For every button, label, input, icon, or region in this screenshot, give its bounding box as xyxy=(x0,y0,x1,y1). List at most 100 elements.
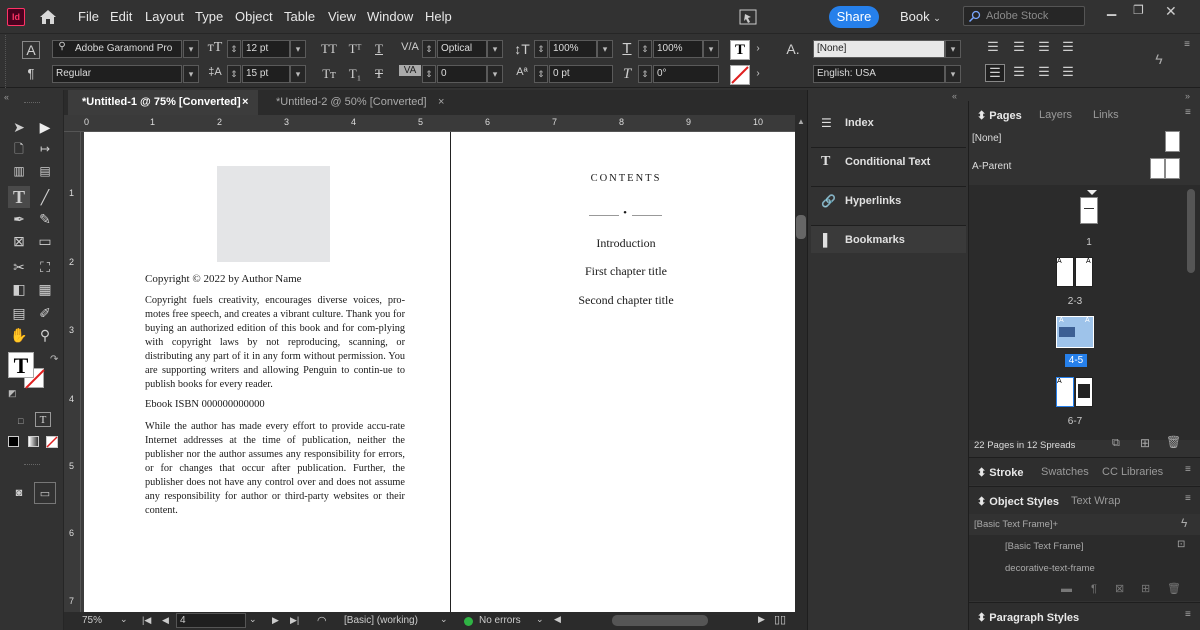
hand-tool-icon[interactable]: ✋ xyxy=(8,324,30,346)
justify-away-spine-icon[interactable]: ☰ xyxy=(1060,64,1076,80)
font-size-field[interactable]: 12 pt xyxy=(242,40,290,58)
zoom-level[interactable]: 75% xyxy=(82,615,102,626)
clear-overrides-icon[interactable]: ¶ xyxy=(1091,583,1097,595)
object-style-row[interactable]: decorative-text-frame xyxy=(969,557,1200,579)
disclaimer-paragraph[interactable]: While the author has made every effort t… xyxy=(145,420,405,518)
new-style-icon[interactable]: ⊞ xyxy=(1141,582,1150,595)
character-formatting-icon[interactable]: A xyxy=(22,41,40,59)
eyedropper-tool-icon[interactable]: ✐ xyxy=(34,302,56,324)
leading-field[interactable]: 15 pt xyxy=(242,65,290,83)
close-window-button[interactable]: ✕ xyxy=(1165,3,1177,19)
style-dropdown[interactable]: ⌄ xyxy=(440,614,448,625)
panel-menu-icon[interactable]: ≡ xyxy=(1185,107,1191,118)
toc-entry[interactable]: Introduction xyxy=(451,236,801,251)
page-thumb-3[interactable]: A xyxy=(1075,257,1093,287)
gradient-feather-tool-icon[interactable]: ▦ xyxy=(34,278,56,300)
master-none-thumb[interactable] xyxy=(1165,131,1180,152)
split-window-icon[interactable]: ▯▯ xyxy=(774,613,786,626)
normal-view-icon[interactable]: ◙ xyxy=(8,482,30,504)
master-a-parent[interactable]: A-Parent xyxy=(972,161,1011,172)
panel-menu-icon[interactable]: ≡ xyxy=(1185,464,1191,475)
master-a-left-thumb[interactable] xyxy=(1150,158,1165,179)
baseline-shift-field[interactable]: 0 pt xyxy=(549,65,613,83)
isbn-line[interactable]: Ebook ISBN 000000000000 xyxy=(145,399,405,410)
next-page-icon[interactable]: ▶ xyxy=(272,615,279,626)
menu-edit[interactable]: Edit xyxy=(110,9,132,24)
open-in-new-window-icon[interactable]: ◠ xyxy=(317,614,327,627)
conditional-text-panel-button[interactable]: T Conditional Text xyxy=(811,147,966,175)
page-number-field[interactable]: 4 xyxy=(176,613,246,628)
tab-pages[interactable]: ⬍ Pages xyxy=(977,109,1022,122)
page-tool-icon[interactable]: 🗋 xyxy=(8,138,30,160)
spread-label[interactable]: 2-3 xyxy=(1055,296,1095,307)
content-placer-icon[interactable]: ▤ xyxy=(34,160,56,182)
vertical-scale-dropdown[interactable]: ▾ xyxy=(597,40,613,58)
first-page-icon[interactable]: |◀ xyxy=(142,615,151,626)
font-style-field[interactable]: Regular xyxy=(52,65,182,83)
scroll-thumb[interactable] xyxy=(796,215,806,239)
home-icon[interactable] xyxy=(38,7,58,27)
delete-page-icon[interactable]: 🗑 xyxy=(1166,435,1181,449)
master-none[interactable]: [None] xyxy=(972,133,1001,144)
kerning-stepper[interactable]: ⇕ xyxy=(422,40,436,58)
bookmarks-panel-button[interactable]: ▌ Bookmarks xyxy=(811,225,966,253)
menu-window[interactable]: Window xyxy=(367,9,413,24)
free-transform-tool-icon[interactable]: ⛶ xyxy=(34,256,56,278)
page-dropdown[interactable]: ⌄ xyxy=(249,614,257,625)
small-caps-icon[interactable]: Tᴛ xyxy=(318,66,340,82)
folder-icon[interactable]: ▬ xyxy=(1061,583,1072,595)
workspace-switcher[interactable]: Book ⌄ xyxy=(900,9,941,24)
paragraph-formatting-icon[interactable]: ¶ xyxy=(22,66,40,81)
superscript-icon[interactable]: Tᵀ xyxy=(346,41,364,57)
page-thumb-4-5-selected[interactable]: A A xyxy=(1056,316,1094,348)
chevron-right-icon[interactable]: › xyxy=(752,68,764,79)
tracking-stepper[interactable]: ⇕ xyxy=(422,65,436,83)
swap-fill-stroke-icon[interactable]: ↷ xyxy=(50,354,58,365)
vertical-scale-field[interactable]: 100% xyxy=(549,40,597,58)
scroll-up-arrow[interactable]: ▲ xyxy=(797,117,805,126)
apply-none-icon[interactable] xyxy=(46,436,58,448)
fill-swatch[interactable]: T xyxy=(8,352,34,378)
toc-entry[interactable]: Second chapter title xyxy=(451,293,801,308)
object-style-row[interactable]: [Basic Text Frame] ⊡ xyxy=(969,535,1200,557)
pages-scroll-thumb[interactable] xyxy=(1187,189,1195,273)
scroll-right-arrow[interactable]: ▶ xyxy=(758,614,765,625)
close-icon[interactable]: × xyxy=(438,90,444,115)
horizontal-scroll-thumb[interactable] xyxy=(612,615,708,626)
default-colors-icon[interactable]: ◩ xyxy=(8,388,17,399)
content-collector-icon[interactable]: ▥ xyxy=(8,160,30,182)
formatting-text-icon[interactable]: T xyxy=(35,412,51,427)
page-thumb-2[interactable]: A xyxy=(1056,257,1074,287)
pencil-tool-icon[interactable]: ✎ xyxy=(34,208,56,230)
skew-stepper[interactable]: ⇕ xyxy=(638,65,652,83)
menu-view[interactable]: View xyxy=(328,9,356,24)
align-center-icon[interactable]: ☰ xyxy=(1011,39,1027,55)
horizontal-scale-stepper[interactable]: ⇕ xyxy=(638,40,652,58)
menu-layout[interactable]: Layout xyxy=(145,9,184,24)
menu-table[interactable]: Table xyxy=(284,9,315,24)
image-placeholder[interactable] xyxy=(217,166,330,262)
quick-apply-icon[interactable]: ϟ xyxy=(1181,516,1187,530)
language-dropdown[interactable]: ▾ xyxy=(945,65,961,83)
font-style-dropdown[interactable]: ▾ xyxy=(183,65,199,83)
clear-attributes-icon[interactable]: ⊠ xyxy=(1115,582,1124,595)
horizontal-ruler[interactable]: 0 1 2 3 4 5 6 7 8 9 10 xyxy=(64,115,795,132)
index-panel-button[interactable]: ☰ Index xyxy=(811,109,966,137)
strikethrough-icon[interactable]: T xyxy=(370,66,388,82)
page-thumb-1[interactable] xyxy=(1080,197,1098,224)
horizontal-scale-field[interactable]: 100% xyxy=(653,40,703,58)
new-page-icon[interactable]: ⊞ xyxy=(1140,436,1150,450)
last-page-icon[interactable]: ▶| xyxy=(290,615,299,626)
apply-color-icon[interactable] xyxy=(8,436,19,447)
vertical-scrollbar[interactable]: ▲ xyxy=(795,115,807,612)
page-thumb-7[interactable] xyxy=(1075,377,1093,407)
panel-menu-icon[interactable]: ≡ xyxy=(1185,609,1191,620)
formatting-container-icon[interactable]: □ xyxy=(18,416,23,426)
copyright-line[interactable]: Copyright © 2022 by Author Name xyxy=(145,273,405,285)
kerning-field[interactable]: Optical xyxy=(437,40,487,58)
underline-icon[interactable]: T xyxy=(370,41,388,57)
font-size-dropdown[interactable]: ▾ xyxy=(290,40,306,58)
panel-menu-icon[interactable]: ≡ xyxy=(1185,493,1191,504)
style-status[interactable]: [Basic] (working) xyxy=(344,615,418,626)
vertical-scale-stepper[interactable]: ⇕ xyxy=(534,40,548,58)
